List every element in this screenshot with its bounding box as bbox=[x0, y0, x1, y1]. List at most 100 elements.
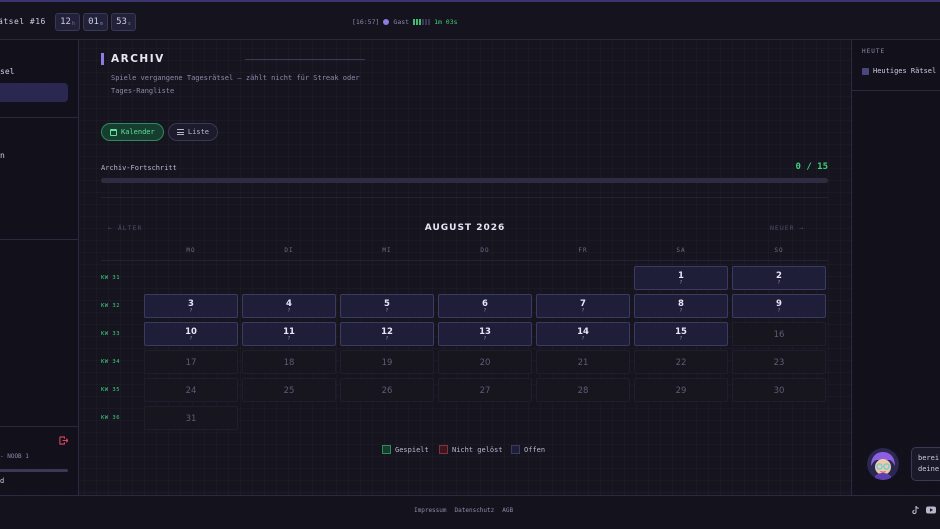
footer-link[interactable]: Datenschutz bbox=[455, 507, 495, 514]
today-puzzle-link[interactable]: Heutiges Rätsel bbox=[862, 67, 936, 75]
progress-bar bbox=[101, 178, 828, 183]
weekday-label: MI bbox=[382, 247, 392, 254]
calendar-day-locked: 18 bbox=[242, 350, 336, 374]
weekday-label: SA bbox=[676, 247, 686, 254]
weekday-label: DO bbox=[480, 247, 490, 254]
day-number: 30 bbox=[773, 386, 785, 396]
sidebar-divider bbox=[0, 117, 78, 118]
older-month-button[interactable]: ← ÄLTER bbox=[108, 224, 142, 232]
legend-played: Gespielt bbox=[382, 445, 429, 454]
progress-label: Archiv-Fortschritt bbox=[101, 164, 177, 172]
calendar-day-locked: 20 bbox=[438, 350, 532, 374]
calendar-day-locked: 24 bbox=[144, 378, 238, 402]
user-name[interactable]: Gast bbox=[393, 18, 409, 26]
sidebar-item-other[interactable]: n bbox=[0, 151, 5, 160]
sidebar-item-puzzle[interactable]: sel bbox=[0, 67, 14, 76]
calendar-day-locked: 28 bbox=[536, 378, 630, 402]
calendar-day-locked: 27 bbox=[438, 378, 532, 402]
calendar-day-locked: 19 bbox=[340, 350, 434, 374]
week-number: KW 31 bbox=[101, 275, 121, 281]
signal-bars-icon bbox=[413, 19, 431, 25]
open-marker: ? bbox=[777, 280, 781, 286]
calendar-day-open[interactable]: 13? bbox=[438, 322, 532, 346]
day-number: 31 bbox=[185, 414, 197, 424]
open-marker: ? bbox=[287, 308, 291, 314]
calendar-day-locked: 17 bbox=[144, 350, 238, 374]
timer-seconds: 53 s bbox=[111, 13, 136, 31]
list-icon bbox=[177, 129, 184, 135]
day-number: 26 bbox=[381, 386, 393, 396]
calendar-view-button[interactable]: Kalender bbox=[101, 123, 164, 141]
day-number: 29 bbox=[675, 386, 687, 396]
open-marker: ? bbox=[679, 280, 683, 286]
weekday-label: SO bbox=[774, 247, 784, 254]
sidebar-divider bbox=[0, 426, 78, 427]
today-heading: HEUTE bbox=[862, 48, 886, 55]
calendar-day-locked: 22 bbox=[634, 350, 728, 374]
calendar-day-open[interactable]: 12? bbox=[340, 322, 434, 346]
calendar-day-open[interactable]: 15? bbox=[634, 322, 728, 346]
top-bar: ätsel #16 12 h 01 m 53 s [16:57] Gast 1m 03… bbox=[0, 2, 940, 40]
calendar-day-locked: 30 bbox=[732, 378, 826, 402]
progress-value: 0 / 15 bbox=[795, 162, 828, 172]
sidebar-divider bbox=[852, 90, 940, 91]
calendar-day-open[interactable]: 9? bbox=[732, 294, 826, 318]
open-marker: ? bbox=[189, 308, 193, 314]
countdown-timer: 12 h 01 m 53 s bbox=[55, 13, 136, 31]
sidebar-divider bbox=[0, 239, 78, 240]
calendar-day-locked: 26 bbox=[340, 378, 434, 402]
sidebar-item-archive[interactable] bbox=[0, 83, 68, 102]
weekday-label: DI bbox=[284, 247, 294, 254]
open-marker: ? bbox=[777, 308, 781, 314]
open-marker: ? bbox=[483, 336, 487, 342]
played-swatch bbox=[382, 445, 391, 454]
timer-hours: 12 h bbox=[55, 13, 80, 31]
calendar-day-open[interactable]: 1? bbox=[634, 266, 728, 290]
logout-icon[interactable] bbox=[59, 436, 69, 445]
footer-link[interactable]: AGB bbox=[502, 507, 513, 514]
weekday-label: FR bbox=[578, 247, 588, 254]
day-number: 19 bbox=[381, 358, 393, 368]
puzzle-icon bbox=[862, 67, 869, 75]
open-marker: ? bbox=[385, 308, 389, 314]
weekday-label: MO bbox=[186, 247, 196, 254]
list-view-button[interactable]: Liste bbox=[168, 123, 218, 141]
calendar-day-open[interactable]: 14? bbox=[536, 322, 630, 346]
day-number: 18 bbox=[283, 358, 295, 368]
calendar-day-open[interactable]: 7? bbox=[536, 294, 630, 318]
rank-progress-bar bbox=[0, 469, 68, 472]
calendar-day-open[interactable]: 10? bbox=[144, 322, 238, 346]
legend-open: Offen bbox=[511, 445, 545, 454]
tiktok-icon[interactable] bbox=[912, 505, 920, 517]
title-underline bbox=[245, 59, 365, 60]
open-swatch bbox=[511, 445, 520, 454]
day-number: 24 bbox=[185, 386, 197, 396]
week-number: KW 32 bbox=[101, 303, 121, 309]
calendar-day-open[interactable]: 2? bbox=[732, 266, 826, 290]
section-divider bbox=[101, 197, 828, 198]
calendar-month-title: AUGUST 2026 bbox=[424, 223, 506, 233]
calendar-day-open[interactable]: 4? bbox=[242, 294, 336, 318]
footer-link[interactable]: Impressum bbox=[414, 507, 447, 514]
open-marker: ? bbox=[287, 336, 291, 342]
calendar-day-open[interactable]: 3? bbox=[144, 294, 238, 318]
calendar-day-open[interactable]: 11? bbox=[242, 322, 336, 346]
calendar-icon bbox=[110, 128, 117, 136]
mascot-avatar[interactable] bbox=[867, 448, 899, 480]
page-title: ARCHIV bbox=[111, 53, 165, 65]
calendar-day-locked: 31 bbox=[144, 406, 238, 430]
countdown-text: 1m 03s bbox=[434, 18, 458, 26]
day-number: 23 bbox=[773, 358, 785, 368]
youtube-icon[interactable] bbox=[926, 506, 936, 517]
day-number: 28 bbox=[577, 386, 589, 396]
open-marker: ? bbox=[581, 308, 585, 314]
calendar-day-open[interactable]: 6? bbox=[438, 294, 532, 318]
footer-links: Impressum Datenschutz AGB bbox=[414, 507, 513, 514]
calendar-day-locked: 16 bbox=[732, 322, 826, 346]
calendar-day-open[interactable]: 8? bbox=[634, 294, 728, 318]
calendar-day-open[interactable]: 5? bbox=[340, 294, 434, 318]
day-number: 25 bbox=[283, 386, 295, 396]
calendar-day-locked: 21 bbox=[536, 350, 630, 374]
newer-month-button[interactable]: NEUER → bbox=[770, 224, 804, 232]
legend-failed: Nicht gelöst bbox=[439, 445, 503, 454]
